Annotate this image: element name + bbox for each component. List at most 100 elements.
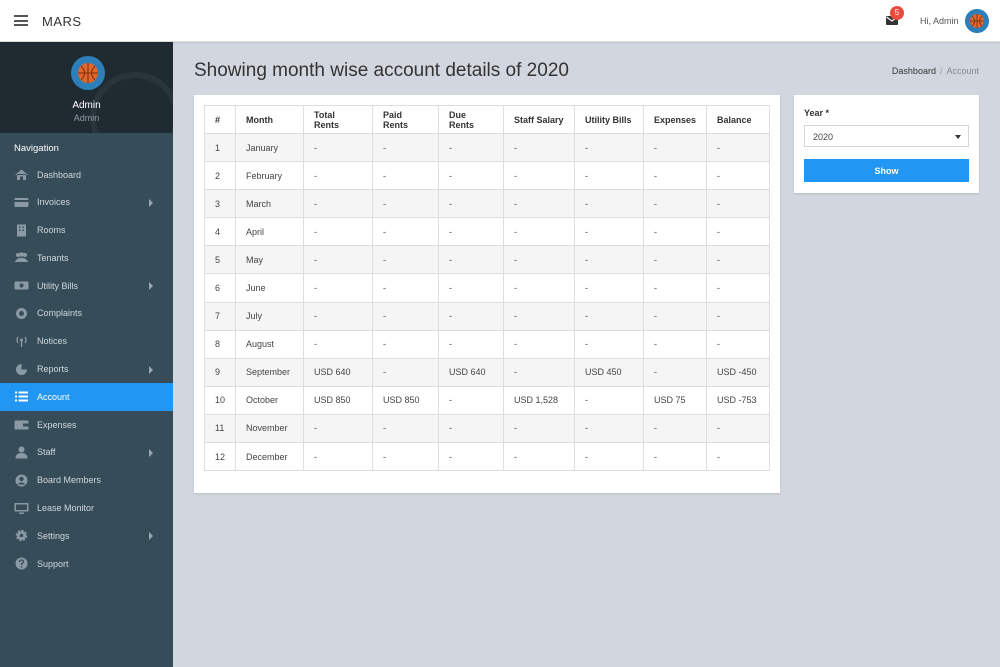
cell-month: July [235,301,305,331]
sidebar: Admin Admin Navigation Dashboard Invoice… [0,42,173,667]
cell-total-rents: - [303,442,374,472]
users-icon [14,252,29,263]
cell-paid-rents: - [372,245,440,275]
sidebar-item-account[interactable]: Account [0,383,173,412]
year-select[interactable]: 2020 [804,125,969,147]
cell-month: February [235,161,305,191]
cell-staff-salary: - [503,217,576,247]
profile-avatar[interactable] [71,56,105,90]
cell-due-rents: - [438,273,505,303]
sidebar-item-notices[interactable]: Notices [0,328,173,356]
cell-balance: - [706,273,770,303]
table-row: 1 January - - - - - - - [203,132,770,163]
sidebar-item-utility-bills[interactable]: Utility Bills [0,272,173,300]
cell-expenses: - [643,442,708,472]
sidebar-item-label: Staff [37,447,56,458]
cell-month: January [235,132,305,163]
cell-staff-salary: - [503,357,576,387]
sidebar-item-tenants[interactable]: Tenants [0,244,173,272]
breadcrumb-separator: / [939,66,943,76]
cell-utility-bills: - [574,301,645,331]
cell-utility-bills: - [574,413,645,444]
sidebar-item-complaints[interactable]: Complaints [0,300,173,328]
broadcast-icon [16,336,27,347]
cell-balance: - [706,245,770,275]
sidebar-item-staff[interactable]: Staff [0,439,173,467]
cell-expenses: - [643,329,708,359]
user-tie-icon [15,446,28,459]
cell-utility-bills: - [574,385,645,415]
sidebar-item-label: Invoices [37,197,71,208]
cell-month: November [235,413,305,444]
column-header-paid-rents: Paid Rents [372,105,440,134]
sidebar-item-dashboard[interactable]: Dashboard [0,161,173,189]
table-row: 12 December - - - - - - - [203,442,770,472]
cell-total-rents: - [303,245,374,275]
user-greeting[interactable]: Hi, Admin [920,16,959,26]
column-header-number: # [203,105,237,134]
nav-header: Navigation [14,143,59,154]
hamburger-icon[interactable] [14,15,28,26]
cell-staff-salary: - [503,245,576,275]
cell-due-rents: - [438,301,505,331]
cell-number: 8 [203,329,237,359]
cell-due-rents: - [438,329,505,359]
column-header-total-rents: Total Rents [303,105,374,134]
cell-number: 12 [203,442,237,472]
sidebar-item-invoices[interactable]: Invoices [0,189,173,217]
cell-paid-rents: - [372,132,440,163]
cell-month: June [235,273,305,303]
cell-staff-salary: - [503,273,576,303]
sidebar-item-label: Settings [37,530,70,541]
breadcrumb-dashboard-link[interactable]: Dashboard [892,66,936,76]
table-row: 4 April - - - - - - - [203,217,770,247]
notification-badge: 5 [890,6,904,20]
sidebar-profile: Admin Admin [0,42,173,133]
year-select-value: 2020 [813,132,834,142]
cell-number: 6 [203,273,237,303]
sidebar-item-expenses[interactable]: Expenses [0,411,173,439]
account-table-card: # Month Total Rents Paid Rents Due Rents… [194,95,780,493]
breadcrumb: Dashboard / Account [892,66,979,76]
sidebar-item-support[interactable]: Support [0,550,173,578]
sidebar-item-settings[interactable]: Settings [0,522,173,550]
cell-utility-bills: - [574,217,645,247]
table-row: 11 November - - - - - - - [203,413,770,444]
cell-balance: - [706,329,770,359]
table-row: 6 June - - - - - - - [203,273,770,303]
cell-month: April [235,217,305,247]
cell-utility-bills: - [574,161,645,191]
year-label: Year * [804,108,830,118]
table-row: 5 May - - - - - - - [203,245,770,275]
cell-utility-bills: - [574,273,645,303]
cell-utility-bills: - [574,442,645,472]
sidebar-item-reports[interactable]: Reports [0,356,173,384]
sidebar-item-lease-monitor[interactable]: Lease Monitor [0,495,173,523]
user-circle-icon [15,474,28,487]
sidebar-item-label: Utility Bills [37,280,79,291]
sidebar-item-label: Rooms [37,225,66,236]
cell-staff-salary: - [503,442,576,472]
question-icon [15,557,28,570]
sidebar-item-board-members[interactable]: Board Members [0,467,173,495]
cell-balance: - [706,413,770,444]
sidebar-item-rooms[interactable]: Rooms [0,217,173,245]
show-button[interactable]: Show [804,159,969,182]
cell-month: December [235,442,305,472]
user-avatar[interactable] [965,9,989,33]
column-header-month: Month [235,105,305,134]
caret-down-icon [955,135,961,139]
list-icon [15,391,28,402]
gear-icon [15,530,28,542]
cell-balance: - [706,161,770,191]
breadcrumb-current: Account [946,66,979,76]
building-icon [17,224,26,237]
brand-name[interactable]: MARS [42,14,82,29]
cell-staff-salary: - [503,189,576,219]
cell-total-rents: - [303,161,374,191]
cell-expenses: - [643,273,708,303]
profile-name: Admin [72,100,101,111]
cell-due-rents: - [438,442,505,472]
cell-balance: USD -753 [706,385,770,415]
sidebar-item-label: Reports [37,364,69,375]
